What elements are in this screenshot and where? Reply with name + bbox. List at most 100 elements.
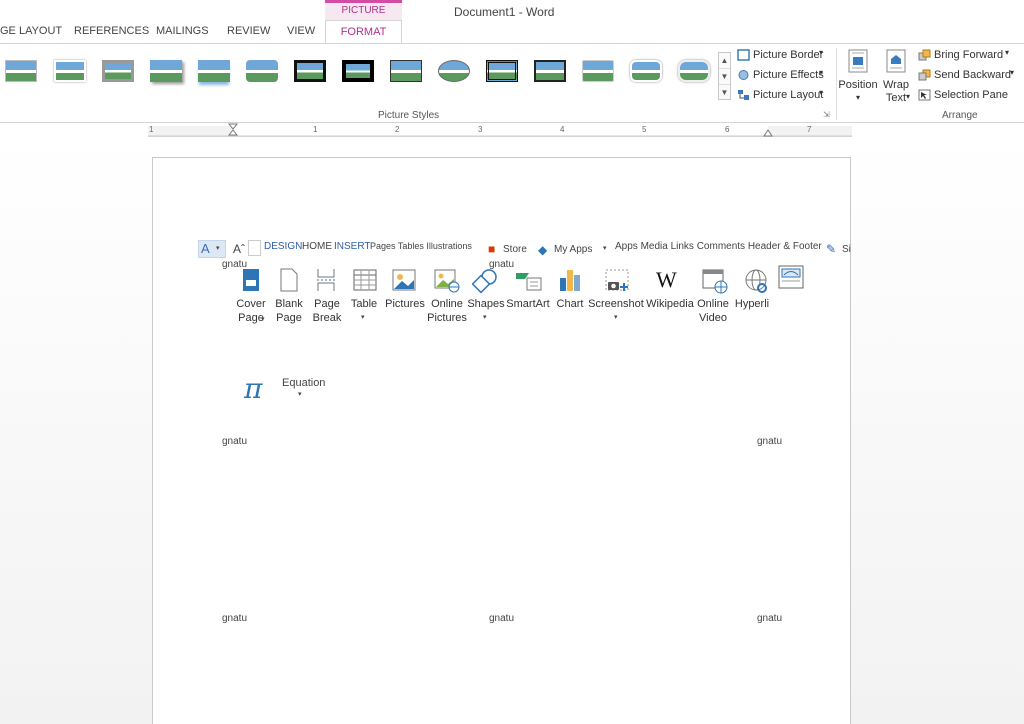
picture-style-thumb[interactable] [627, 56, 665, 86]
pictures-label: Pictures [385, 298, 425, 310]
picture-style-thumb[interactable] [435, 56, 473, 86]
pictures-icon [392, 269, 416, 291]
ruler-number: 3 [478, 125, 483, 134]
horizontal-ruler[interactable]: 1 1 2 3 4 5 6 7 [148, 123, 852, 139]
smartart-icon [516, 273, 542, 291]
ruler-number: 5 [642, 125, 647, 134]
chart-label: Chart [556, 298, 584, 310]
text-fragment: gnatu [489, 613, 515, 624]
tab-mailings[interactable]: MAILINGS [156, 25, 209, 37]
text-fragment: gnatu [222, 613, 248, 624]
blank-page-icon [280, 268, 298, 292]
picture-style-thumb[interactable] [531, 56, 569, 86]
ruler-ticks [148, 126, 852, 137]
ruler-number: 7 [807, 125, 812, 134]
dropdown-arrow-icon: ▾ [1010, 68, 1015, 77]
text-fragment: gnatu [757, 613, 783, 624]
picture-layout-icon [738, 90, 749, 100]
gallery-more-icon[interactable]: ▼ [719, 85, 730, 101]
tab-page-layout[interactable]: GE LAYOUT [0, 25, 62, 37]
picture-style-thumb[interactable] [99, 56, 137, 86]
blank-box [248, 240, 261, 256]
picture-style-thumb[interactable] [387, 56, 425, 86]
gallery-down-icon[interactable]: ▼ [719, 69, 730, 85]
home-tab-label: HOME [302, 241, 332, 252]
picture-style-thumb[interactable] [675, 56, 713, 86]
chart-icon [560, 270, 580, 291]
dropdown-arrow-icon: ▾ [483, 314, 487, 321]
picture-style-thumb[interactable] [291, 56, 329, 86]
picture-style-thumb[interactable] [147, 56, 185, 86]
signature-label: Si [842, 244, 851, 255]
equation-pi-icon: π [244, 372, 263, 405]
tab-view[interactable]: VIEW [287, 25, 315, 37]
picture-style-thumb[interactable] [339, 56, 377, 86]
store-icon: ■ [488, 242, 496, 256]
signature-icon: ✎ [826, 242, 837, 256]
dropdown-arrow-icon: ▾ [1005, 48, 1010, 57]
screenshot-icon [605, 269, 629, 291]
window-title: Document1 - Word [454, 5, 555, 19]
picture-style-thumb[interactable] [51, 56, 89, 86]
cover-page-label-2: Page [238, 312, 264, 324]
table-icon [353, 269, 377, 291]
cover-page-label-1: Cover [236, 298, 266, 310]
dropdown-arrow-icon: ▾ [906, 92, 911, 101]
ruler-number: 1 [313, 125, 318, 134]
selection-pane-icon [918, 89, 931, 101]
picture-border-label: Picture Border [753, 49, 824, 61]
picture-style-thumb[interactable] [2, 56, 40, 86]
text-fragment: gnatu [757, 436, 783, 447]
selection-pane-label: Selection Pane [934, 89, 1008, 101]
arrange-label: Arrange [942, 110, 978, 121]
send-backward-icon [918, 69, 931, 81]
gallery-up-icon[interactable]: ▲ [719, 53, 730, 69]
online-video-label-1: Online [697, 298, 729, 310]
cover-page-icon [243, 269, 259, 291]
hyperlink-icon [745, 269, 768, 293]
bring-forward-icon [918, 49, 931, 61]
store-label: Store [503, 244, 527, 255]
online-pictures-label-1: Online [431, 298, 463, 310]
smartart-label: SmartArt [506, 298, 550, 310]
dropdown-arrow-icon: ▾ [855, 93, 860, 102]
right-indent-marker-icon[interactable] [763, 129, 773, 137]
dropdown-arrow-icon: ▾ [261, 316, 265, 323]
online-video-label-2: Video [699, 312, 727, 324]
text-fragment: gnatu [222, 436, 248, 447]
shapes-icon [472, 269, 497, 294]
dropdown-arrow-icon: ▾ [614, 314, 618, 321]
equation-label: Equation [282, 377, 326, 389]
tab-references[interactable]: REFERENCES [74, 25, 149, 37]
insert-tab-label: INSERT [334, 241, 371, 252]
picture-style-thumb[interactable] [483, 56, 521, 86]
dropdown-arrow-icon: ▾ [819, 48, 824, 57]
picture-style-thumb[interactable] [195, 56, 233, 86]
dialog-launcher-icon[interactable]: ⇲ [823, 110, 830, 119]
hyperlink-label: Hyperli [734, 298, 770, 310]
picture-layout-label: Picture Layout [753, 89, 824, 101]
picture-border-icon [737, 49, 750, 61]
picture-tools-header: PICTURE TOOLS [325, 0, 402, 32]
indent-marker-icon[interactable] [228, 123, 238, 139]
gallery-scroll-control[interactable]: ▲ ▼ ▼ [718, 52, 731, 100]
position-icon [848, 49, 868, 73]
tab-format[interactable]: FORMAT [325, 20, 402, 44]
wrap-text-label-1: Wrap [882, 79, 910, 91]
wikipedia-icon: W [656, 267, 677, 292]
wikipedia-label: Wikipedia [646, 298, 694, 310]
picture-style-thumb[interactable] [579, 56, 617, 86]
ruler-number: 6 [725, 125, 730, 134]
picture-style-thumb[interactable] [243, 56, 281, 86]
send-backward-label: Send Backward [934, 69, 1012, 81]
blank-page-label-2: Page [276, 312, 302, 324]
tab-review[interactable]: REVIEW [227, 25, 270, 37]
apps-groups-label: Apps Media Links Comments Header & Foote… [615, 241, 822, 252]
ruler-number: 4 [560, 125, 565, 134]
page-break-icon [317, 269, 335, 291]
page-break-label-2: Break [312, 312, 342, 324]
tab-bar: GE LAYOUT REFERENCES MAILINGS REVIEW VIE… [0, 0, 1024, 44]
dropdown-arrow-icon: ▾ [819, 88, 824, 97]
screenshot-label: Screenshot [588, 298, 644, 310]
dropdown-arrow-icon: ▾ [603, 245, 607, 252]
